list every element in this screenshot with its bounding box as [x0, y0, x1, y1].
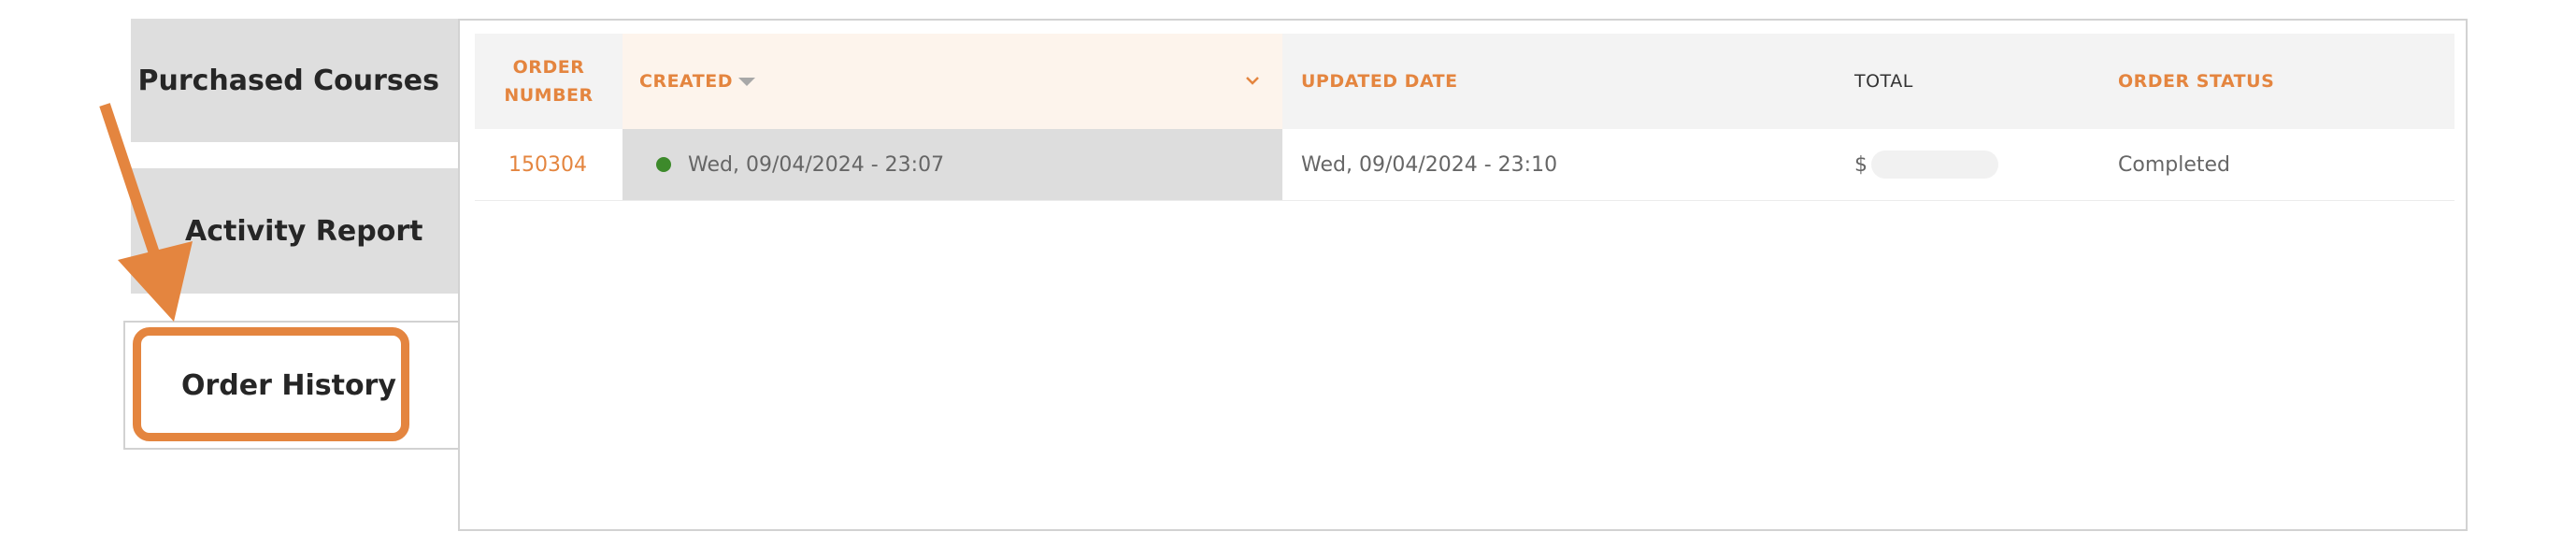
column-header-total-label: TOTAL — [1854, 71, 1913, 92]
column-header-created[interactable]: CREATED — [623, 34, 1282, 129]
created-cell: Wed, 09/04/2024 - 23:07 — [623, 129, 1282, 200]
column-header-order-status[interactable]: ORDER STATUS — [2118, 34, 2436, 129]
column-header-updated-date-label: UPDATED DATE — [1301, 71, 1458, 92]
total-currency: $ — [1854, 152, 1868, 177]
column-header-created-label: CREATED — [639, 71, 733, 92]
order-number-link[interactable]: 150304 — [508, 129, 587, 200]
order-history-panel: ORDER NUMBER CREATED UPDATED DATE TOTAL … — [458, 19, 2468, 531]
orders-table: ORDER NUMBER CREATED UPDATED DATE TOTAL … — [475, 34, 2454, 201]
total-cell: $ — [1854, 129, 1998, 200]
arrow-annotation — [99, 103, 193, 322]
column-header-order-number[interactable]: ORDER NUMBER — [475, 34, 623, 129]
column-header-updated-date[interactable]: UPDATED DATE — [1301, 34, 1862, 129]
chevron-down-icon — [1246, 77, 1259, 85]
updated-date: Wed, 09/04/2024 - 23:10 — [1301, 152, 1558, 177]
order-status: Completed — [2118, 152, 2230, 177]
highlight-annotation-box — [133, 327, 409, 441]
redacted-amount — [1871, 151, 1998, 179]
table-header-row: ORDER NUMBER CREATED UPDATED DATE TOTAL … — [475, 34, 2454, 129]
status-dot-icon — [656, 157, 671, 172]
column-header-total: TOTAL — [1854, 34, 2116, 129]
sort-desc-icon — [738, 77, 755, 86]
column-header-order-number-label: ORDER NUMBER — [504, 57, 594, 106]
column-header-order-status-label: ORDER STATUS — [2118, 71, 2275, 92]
created-date: Wed, 09/04/2024 - 23:07 — [688, 152, 945, 177]
table-row: 150304 Wed, 09/04/2024 - 23:07 Wed, 09/0… — [475, 129, 2454, 201]
